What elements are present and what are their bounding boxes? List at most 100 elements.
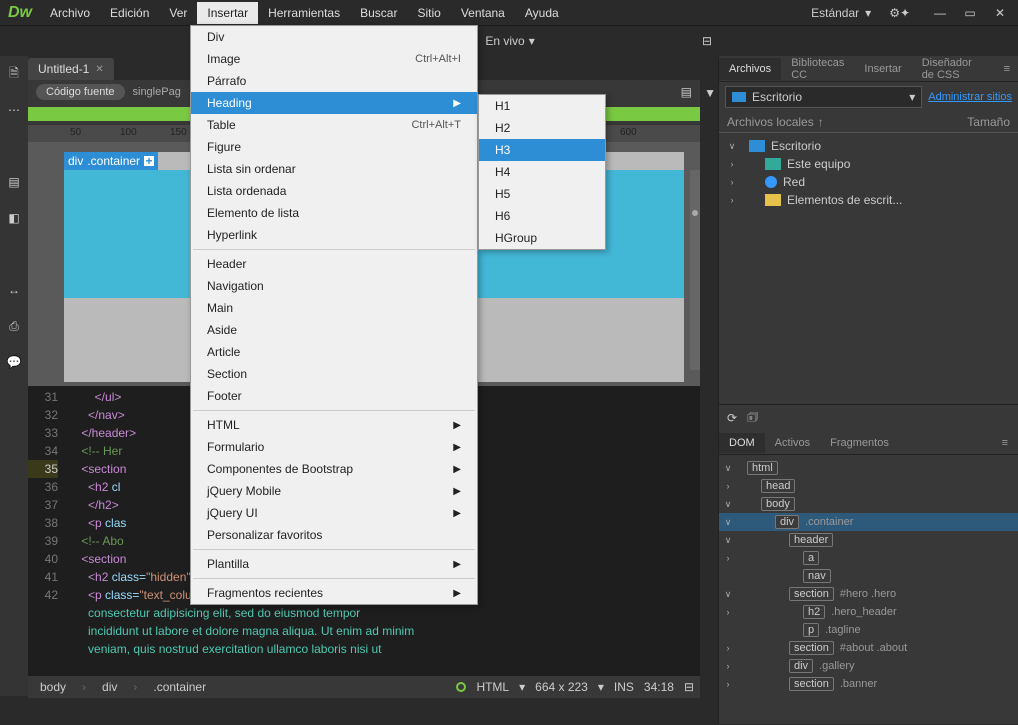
source-code-pill[interactable]: Código fuente xyxy=(36,84,125,100)
menu-item[interactable]: Section xyxy=(191,363,477,385)
menu-ver[interactable]: Ver xyxy=(159,2,197,24)
menu-item[interactable]: Main xyxy=(191,297,477,319)
menu-edicion[interactable]: Edición xyxy=(100,2,159,24)
menu-item[interactable]: Fragmentos recientes▶ xyxy=(191,582,477,604)
menu-item[interactable]: Navigation xyxy=(191,275,477,297)
tab-archivos[interactable]: Archivos xyxy=(719,58,781,80)
tab-activos[interactable]: Activos xyxy=(765,433,820,453)
submenu-item[interactable]: H3 xyxy=(479,139,605,161)
minimize-button[interactable]: — xyxy=(926,3,954,23)
tab-insertar[interactable]: Insertar xyxy=(854,58,911,80)
menu-archivo[interactable]: Archivo xyxy=(40,2,100,24)
submenu-item[interactable]: HGroup xyxy=(479,227,605,249)
comment-icon[interactable]: 💬 xyxy=(4,352,24,372)
menu-buscar[interactable]: Buscar xyxy=(350,2,407,24)
pin-icon[interactable]: ⎙ xyxy=(4,316,24,336)
menu-item[interactable]: Article xyxy=(191,341,477,363)
panel-menu-icon[interactable]: ≡ xyxy=(992,433,1018,453)
dom-tree-row[interactable]: nav xyxy=(719,567,1018,585)
menu-item[interactable]: Formulario▶ xyxy=(191,436,477,458)
submenu-item[interactable]: H2 xyxy=(479,117,605,139)
dom-tree-row[interactable]: ∨body xyxy=(719,495,1018,513)
expand-icon[interactable]: ↔ xyxy=(4,280,24,300)
tab-bibliotecas[interactable]: Bibliotecas CC xyxy=(781,52,854,86)
code-icon[interactable]: ▤ xyxy=(4,172,24,192)
menu-ventana[interactable]: Ventana xyxy=(451,2,515,24)
sort-up-icon[interactable]: ↑ xyxy=(818,115,824,129)
add-selector-icon[interactable]: + xyxy=(144,156,154,166)
tab-fragmentos[interactable]: Fragmentos xyxy=(820,433,899,453)
menu-item[interactable]: Footer xyxy=(191,385,477,407)
file-tree-row[interactable]: ∨Escritorio xyxy=(719,137,1018,155)
refresh-icon[interactable]: ⟳ xyxy=(727,411,737,425)
submenu-item[interactable]: H6 xyxy=(479,205,605,227)
menu-insertar[interactable]: Insertar xyxy=(197,2,258,24)
col-local-files[interactable]: Archivos locales xyxy=(727,115,814,129)
lang-selector[interactable]: HTML xyxy=(476,680,509,694)
dom-tree-row[interactable]: ›head xyxy=(719,477,1018,495)
menu-item[interactable]: Componentes de Bootstrap▶ xyxy=(191,458,477,480)
live-view-button[interactable]: En vivo▾ xyxy=(477,30,542,52)
menu-item[interactable]: Lista ordenada xyxy=(191,180,477,202)
menu-item[interactable]: Header xyxy=(191,253,477,275)
dom-tree-row[interactable]: ›div.gallery xyxy=(719,657,1018,675)
submenu-item[interactable]: H5 xyxy=(479,183,605,205)
dom-tree-row[interactable]: ›a xyxy=(719,549,1018,567)
insert-mode[interactable]: INS xyxy=(614,680,634,694)
dom-tree-row[interactable]: ›section.banner xyxy=(719,675,1018,693)
workspace-switcher[interactable]: Estándar▾ xyxy=(801,2,881,24)
submenu-item[interactable]: H1 xyxy=(479,95,605,117)
panel-menu-icon[interactable]: ≡ xyxy=(996,58,1018,80)
related-file[interactable]: singlePag xyxy=(133,86,181,98)
breadcrumb[interactable]: div xyxy=(96,678,123,696)
overflow-icon[interactable]: ⊟ xyxy=(684,680,694,694)
menu-item[interactable]: TableCtrl+Alt+T xyxy=(191,114,477,136)
close-button[interactable]: ✕ xyxy=(986,3,1014,23)
menu-item[interactable]: Párrafo xyxy=(191,70,477,92)
file-tree-row[interactable]: ›Red xyxy=(719,173,1018,191)
dom-tree-row[interactable]: ›h2.hero_header xyxy=(719,603,1018,621)
dom-tree-row[interactable]: ∨header xyxy=(719,531,1018,549)
document-tab[interactable]: Untitled-1 ✕ xyxy=(28,58,114,80)
menu-item[interactable]: Elemento de lista xyxy=(191,202,477,224)
menu-item[interactable]: Plantilla▶ xyxy=(191,553,477,575)
options-icon[interactable]: ▤ xyxy=(681,85,692,99)
menu-item[interactable]: HTML▶ xyxy=(191,414,477,436)
menu-item[interactable]: ImageCtrl+Alt+I xyxy=(191,48,477,70)
menu-item[interactable]: Personalizar favoritos xyxy=(191,524,477,546)
manage-icon[interactable]: ⋯ xyxy=(4,100,24,120)
menu-item[interactable]: Aside xyxy=(191,319,477,341)
dom-tree-row[interactable]: ∨section#hero .hero xyxy=(719,585,1018,603)
menu-item[interactable]: Lista sin ordenar xyxy=(191,158,477,180)
tab-css-designer[interactable]: Diseñador de CSS xyxy=(912,52,996,86)
menu-ayuda[interactable]: Ayuda xyxy=(515,2,569,24)
close-tab-icon[interactable]: ✕ xyxy=(95,64,103,75)
file-tree-row[interactable]: ›Este equipo xyxy=(719,155,1018,173)
dimensions-readout[interactable]: 664 x 223 xyxy=(535,680,588,694)
file-tree-row[interactable]: ›Elementos de escrit... xyxy=(719,191,1018,209)
menu-item[interactable]: Hyperlink xyxy=(191,224,477,246)
maximize-button[interactable]: ▭ xyxy=(956,3,984,23)
menu-item[interactable]: Heading▶ xyxy=(191,92,477,114)
filter-icon[interactable]: ▼ xyxy=(704,86,716,100)
split-icon[interactable]: ◧ xyxy=(4,208,24,228)
collect-icon[interactable]: 🗊 xyxy=(747,408,758,429)
menu-herramientas[interactable]: Herramientas xyxy=(258,2,350,24)
element-selector-chip[interactable]: div .container + xyxy=(64,152,158,170)
breadcrumb[interactable]: .container xyxy=(147,678,212,696)
menu-sitio[interactable]: Sitio xyxy=(407,2,450,24)
breadcrumb[interactable]: body xyxy=(34,678,72,696)
site-selector[interactable]: Escritorio ▾ xyxy=(725,86,922,108)
panel-collapse-icon[interactable]: ⊟ xyxy=(702,34,712,48)
menu-item[interactable]: jQuery UI▶ xyxy=(191,502,477,524)
col-size[interactable]: Tamaño xyxy=(967,115,1010,129)
manage-sites-link[interactable]: Administrar sitios xyxy=(928,91,1012,103)
dom-tree-row[interactable]: ∨div.container xyxy=(719,513,1018,531)
menu-item[interactable]: Div xyxy=(191,26,477,48)
dom-tree-row[interactable]: p.tagline xyxy=(719,621,1018,639)
file-icon[interactable]: 🗎 xyxy=(4,64,24,84)
menu-item[interactable]: jQuery Mobile▶ xyxy=(191,480,477,502)
dom-tree-row[interactable]: ∨html xyxy=(719,459,1018,477)
menu-item[interactable]: Figure xyxy=(191,136,477,158)
resize-handle[interactable] xyxy=(690,170,700,370)
